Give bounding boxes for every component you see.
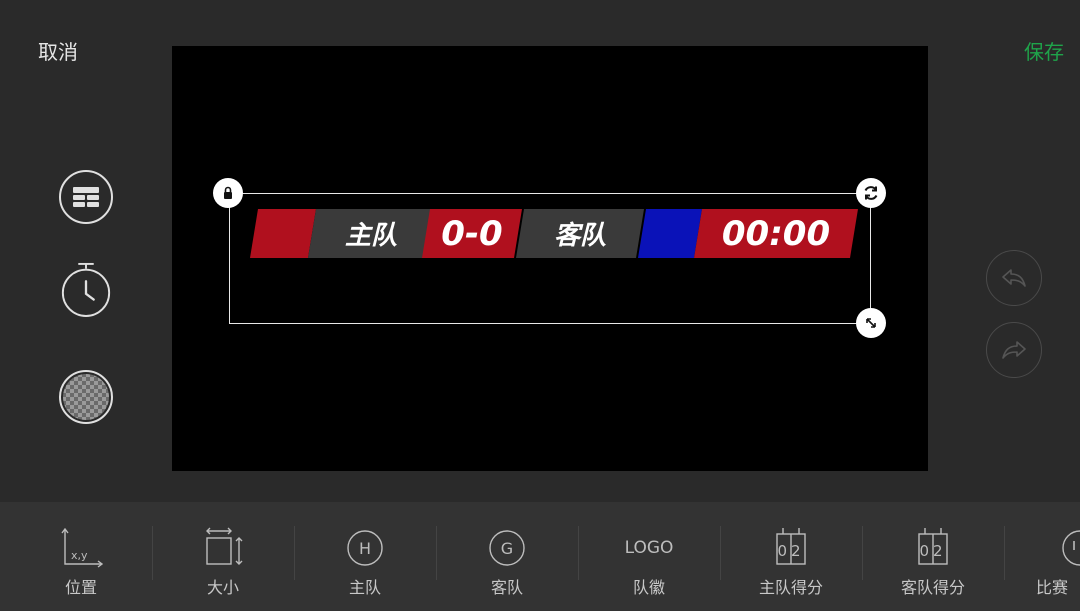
toolbar-label: 客队得分: [900, 578, 965, 597]
toolbar-label: 主队得分: [758, 578, 823, 597]
match-icon: [1004, 528, 1080, 568]
timer-button[interactable]: [59, 262, 113, 317]
toolbar-item-size[interactable]: 大小: [152, 502, 294, 611]
bottom-toolbar: x,y 位置 大小 H 主队 G 客队 LOGO 队徽 02 主队得分 02 客…: [0, 502, 1080, 611]
toolbar-item-away-team[interactable]: G 客队: [436, 502, 578, 611]
redo-icon: [1002, 341, 1026, 359]
toolbar-label: 主队: [348, 578, 381, 597]
resize-icon: [866, 318, 876, 328]
position-icon: x,y: [51, 528, 111, 568]
stopwatch-icon: [61, 262, 111, 317]
toolbar-label: 大小: [206, 578, 239, 597]
away-color-block: [638, 209, 702, 258]
save-button[interactable]: 保存: [1024, 36, 1064, 65]
toolbar-label: 比赛: [1036, 578, 1069, 597]
toolbar-label: 位置: [64, 578, 97, 597]
undo-icon: [1002, 269, 1026, 287]
rotate-icon: [864, 186, 878, 200]
svg-text:02: 02: [777, 542, 804, 560]
background-button[interactable]: [59, 370, 113, 424]
away-team-name: 客队: [516, 209, 644, 258]
home-score-icon: 02: [761, 528, 821, 568]
home-color-block: [250, 209, 316, 258]
svg-text:G: G: [501, 539, 513, 558]
toolbar-item-home-team[interactable]: H 主队: [294, 502, 436, 611]
scoreboard-overlay[interactable]: 主队 0-0 客队 00:00: [250, 209, 858, 258]
toolbar-item-logo[interactable]: LOGO 队徽: [578, 502, 720, 611]
svg-text:x,y: x,y: [71, 549, 88, 562]
toolbar-item-match[interactable]: 比赛: [1004, 502, 1080, 611]
svg-text:H: H: [359, 539, 371, 558]
logo-icon: LOGO: [624, 538, 674, 558]
layout-icon: [73, 187, 99, 207]
toolbar-item-position[interactable]: x,y 位置: [10, 502, 152, 611]
redo-button[interactable]: [986, 322, 1042, 378]
toolbar-label: 队徽: [632, 578, 665, 597]
rotate-handle[interactable]: [856, 178, 886, 208]
toolbar-item-home-score[interactable]: 02 主队得分: [720, 502, 862, 611]
away-team-icon: G: [477, 528, 537, 568]
layout-button[interactable]: [59, 170, 113, 224]
score-display: 0-0: [422, 209, 522, 258]
home-team-name: 主队: [308, 209, 434, 258]
home-team-icon: H: [335, 528, 395, 568]
away-score-icon: 02: [903, 528, 963, 568]
timer-display: 00:00: [694, 209, 858, 258]
toolbar-item-away-score[interactable]: 02 客队得分: [862, 502, 1004, 611]
toolbar-label: 客队: [490, 578, 523, 597]
cancel-button[interactable]: 取消: [38, 36, 78, 65]
lock-handle[interactable]: [213, 178, 243, 208]
lock-icon: [224, 186, 232, 199]
resize-handle[interactable]: [856, 308, 886, 338]
background-pattern-icon: [63, 374, 109, 420]
undo-button[interactable]: [986, 250, 1042, 306]
svg-text:02: 02: [919, 542, 946, 560]
size-icon: [193, 527, 253, 568]
